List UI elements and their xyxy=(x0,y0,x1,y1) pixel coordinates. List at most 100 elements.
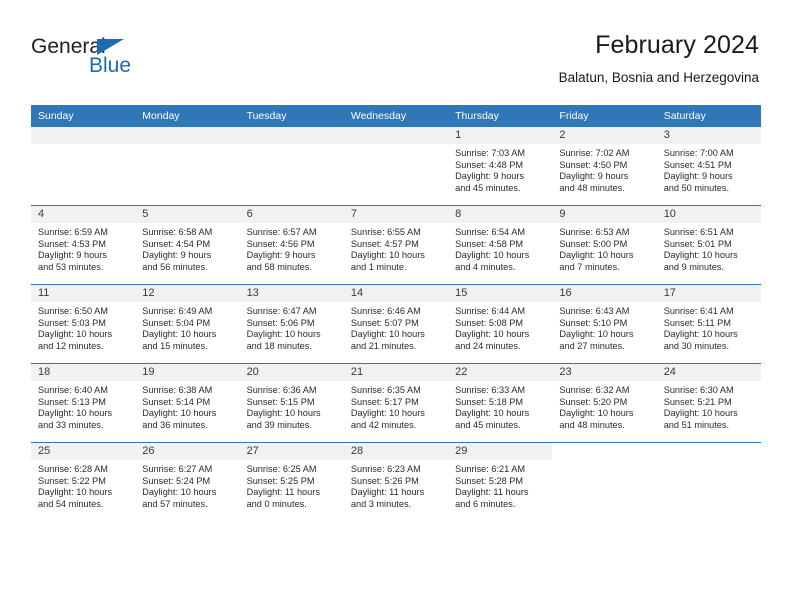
sunrise-text: Sunrise: 6:27 AM xyxy=(142,464,213,474)
sunrise-text: Sunrise: 6:41 AM xyxy=(663,306,734,316)
day-details: Sunrise: 6:47 AM Sunset: 5:06 PM Daylight:… xyxy=(240,302,344,352)
sunrise-text: Sunrise: 6:25 AM xyxy=(246,464,317,474)
calendar-grid: Sunday Monday Tuesday Wednesday Thursday… xyxy=(31,105,761,521)
sunset-text: Sunset: 5:08 PM xyxy=(455,317,524,328)
sunset-text: Sunset: 5:01 PM xyxy=(663,238,732,249)
day-cell[interactable]: 22 Sunrise: 6:33 AM Sunset: 5:18 PM Dayligh… xyxy=(448,363,553,443)
daylight-text-line1: Daylight: 11 hours xyxy=(246,487,320,498)
day-cell[interactable]: 16 Sunrise: 6:43 AM Sunset: 5:10 PM Dayligh… xyxy=(552,284,657,364)
daylight-text-line1: Daylight: 11 hours xyxy=(455,487,529,498)
daylight-text-line2: and 54 minutes. xyxy=(38,498,104,509)
day-details: Sunrise: 6:55 AM Sunset: 4:57 PM Daylight:… xyxy=(344,223,448,273)
day-cell[interactable]: 24 Sunrise: 6:30 AM Sunset: 5:21 PM Dayligh… xyxy=(656,363,761,443)
day-cell[interactable]: 28 Sunrise: 6:23 AM Sunset: 5:26 PM Dayligh… xyxy=(343,442,449,521)
day-cell[interactable]: 20 Sunrise: 6:36 AM Sunset: 5:15 PM Dayligh… xyxy=(239,363,344,443)
day-number: 6 xyxy=(239,206,344,223)
day-cell[interactable]: 7 Sunrise: 6:55 AM Sunset: 4:57 PM Daylight… xyxy=(343,205,449,285)
daylight-text-line1: Daylight: 9 hours xyxy=(663,171,733,182)
day-cell[interactable]: 23 Sunrise: 6:32 AM Sunset: 5:20 PM Dayligh… xyxy=(552,363,657,443)
daylight-text-line2: and 24 minutes. xyxy=(455,340,521,351)
daylight-text-line1: Daylight: 10 hours xyxy=(246,408,321,419)
day-cell[interactable]: 5 Sunrise: 6:58 AM Sunset: 4:54 PM Daylight… xyxy=(135,205,240,285)
day-cell[interactable]: 15 Sunrise: 6:44 AM Sunset: 5:08 PM Dayligh… xyxy=(448,284,553,364)
day-cell[interactable]: 11 Sunrise: 6:50 AM Sunset: 5:03 PM Dayligh… xyxy=(31,284,136,364)
day-cell[interactable]: 18 Sunrise: 6:40 AM Sunset: 5:13 PM Dayligh… xyxy=(31,363,136,443)
day-details: Sunrise: 6:25 AM Sunset: 5:25 PM Daylight:… xyxy=(240,460,344,510)
day-cell[interactable]: 3 Sunrise: 7:00 AM Sunset: 4:51 PM Daylight… xyxy=(656,127,761,206)
daylight-text-line2: and 15 minutes. xyxy=(142,340,208,351)
day-number: 29 xyxy=(448,443,553,460)
calendar-body: 1 Sunrise: 7:03 AM Sunset: 4:48 PM Daylight… xyxy=(31,127,761,521)
day-cell[interactable]: 13 Sunrise: 6:47 AM Sunset: 5:06 PM Dayligh… xyxy=(239,284,344,364)
day-details xyxy=(344,144,448,148)
day-details: Sunrise: 6:35 AM Sunset: 5:17 PM Daylight:… xyxy=(344,381,448,431)
calendar-week-row: 25 Sunrise: 6:28 AM Sunset: 5:22 PM Dayligh… xyxy=(31,442,761,521)
calendar-page: General Blue February 2024 Balatun, Bosn… xyxy=(0,0,792,612)
day-cell[interactable]: 2 Sunrise: 7:02 AM Sunset: 4:50 PM Daylight… xyxy=(552,127,657,206)
logo-text-blue: Blue xyxy=(89,54,132,77)
day-details: Sunrise: 6:53 AM Sunset: 5:00 PM Daylight:… xyxy=(552,223,656,273)
day-details xyxy=(240,144,344,148)
sunset-text: Sunset: 5:25 PM xyxy=(246,475,315,486)
day-number: 24 xyxy=(656,364,761,381)
day-cell[interactable]: 12 Sunrise: 6:49 AM Sunset: 5:04 PM Dayligh… xyxy=(135,284,240,364)
day-cell[interactable] xyxy=(135,127,240,206)
day-cell[interactable]: 4 Sunrise: 6:59 AM Sunset: 4:53 PM Daylight… xyxy=(31,205,136,285)
day-number xyxy=(239,127,344,144)
general-blue-logo[interactable]: General Blue xyxy=(31,36,161,82)
day-details: Sunrise: 6:21 AM Sunset: 5:28 PM Daylight:… xyxy=(448,460,552,510)
day-cell[interactable]: 26 Sunrise: 6:27 AM Sunset: 5:24 PM Dayligh… xyxy=(135,442,240,521)
daylight-text-line1: Daylight: 10 hours xyxy=(142,329,217,340)
sunrise-text: Sunrise: 6:50 AM xyxy=(38,306,108,316)
day-cell[interactable]: 29 Sunrise: 6:21 AM Sunset: 5:28 PM Dayligh… xyxy=(448,442,553,521)
day-number: 18 xyxy=(31,364,136,381)
day-number xyxy=(135,127,240,144)
day-cell[interactable]: 10 Sunrise: 6:51 AM Sunset: 5:01 PM Dayligh… xyxy=(656,205,761,285)
day-cell[interactable] xyxy=(239,127,344,206)
day-cell[interactable]: 9 Sunrise: 6:53 AM Sunset: 5:00 PM Daylight… xyxy=(552,205,657,285)
sunrise-text: Sunrise: 6:38 AM xyxy=(142,385,213,395)
daylight-text-line2: and 48 minutes. xyxy=(559,419,625,430)
day-cell[interactable] xyxy=(31,127,136,206)
sunset-text: Sunset: 5:07 PM xyxy=(350,317,419,328)
day-number: 22 xyxy=(448,364,553,381)
day-number: 13 xyxy=(239,285,344,302)
daylight-text-line1: Daylight: 10 hours xyxy=(142,487,217,498)
day-number: 10 xyxy=(656,206,761,223)
calendar-table: Sunday Monday Tuesday Wednesday Thursday… xyxy=(31,105,761,521)
sunrise-text: Sunrise: 6:47 AM xyxy=(246,306,317,316)
sunrise-text: Sunrise: 6:28 AM xyxy=(38,464,108,474)
day-cell[interactable]: 8 Sunrise: 6:54 AM Sunset: 4:58 PM Daylight… xyxy=(448,205,553,285)
sunset-text: Sunset: 5:26 PM xyxy=(350,475,419,486)
daylight-text-line2: and 3 minutes. xyxy=(350,498,412,509)
calendar-week-row: 18 Sunrise: 6:40 AM Sunset: 5:13 PM Dayligh… xyxy=(31,363,761,443)
sunrise-text: Sunrise: 6:32 AM xyxy=(559,385,630,395)
day-cell[interactable] xyxy=(343,127,449,206)
daylight-text-line1: Daylight: 10 hours xyxy=(663,329,738,340)
day-cell[interactable]: 19 Sunrise: 6:38 AM Sunset: 5:14 PM Dayligh… xyxy=(135,363,240,443)
day-cell[interactable]: 1 Sunrise: 7:03 AM Sunset: 4:48 PM Daylight… xyxy=(448,127,553,206)
daylight-text-line2: and 57 minutes. xyxy=(142,498,208,509)
sunrise-text: Sunrise: 7:02 AM xyxy=(559,148,630,158)
day-details: Sunrise: 6:23 AM Sunset: 5:26 PM Daylight:… xyxy=(344,460,448,510)
day-cell[interactable] xyxy=(656,442,761,521)
day-cell[interactable] xyxy=(552,442,657,521)
sunrise-text: Sunrise: 6:35 AM xyxy=(350,385,421,395)
sunset-text: Sunset: 5:04 PM xyxy=(142,317,211,328)
day-cell[interactable]: 17 Sunrise: 6:41 AM Sunset: 5:11 PM Dayligh… xyxy=(656,284,761,364)
weekday-header-tuesday: Tuesday xyxy=(239,105,344,127)
daylight-text-line1: Daylight: 10 hours xyxy=(455,329,530,340)
sunset-text: Sunset: 5:00 PM xyxy=(559,238,628,249)
day-cell[interactable]: 25 Sunrise: 6:28 AM Sunset: 5:22 PM Dayligh… xyxy=(31,442,136,521)
day-details: Sunrise: 6:46 AM Sunset: 5:07 PM Daylight:… xyxy=(344,302,448,352)
daylight-text-line1: Daylight: 10 hours xyxy=(350,250,425,261)
daylight-text-line1: Daylight: 11 hours xyxy=(350,487,425,498)
weekday-header-friday: Friday xyxy=(552,105,657,127)
day-cell[interactable]: 14 Sunrise: 6:46 AM Sunset: 5:07 PM Dayligh… xyxy=(343,284,449,364)
day-cell[interactable]: 6 Sunrise: 6:57 AM Sunset: 4:56 PM Daylight… xyxy=(239,205,344,285)
day-cell[interactable]: 21 Sunrise: 6:35 AM Sunset: 5:17 PM Dayligh… xyxy=(343,363,449,443)
day-cell[interactable]: 27 Sunrise: 6:25 AM Sunset: 5:25 PM Dayligh… xyxy=(239,442,344,521)
sunset-text: Sunset: 4:53 PM xyxy=(38,238,106,249)
day-details: Sunrise: 6:33 AM Sunset: 5:18 PM Daylight:… xyxy=(448,381,552,431)
daylight-text-line2: and 33 minutes. xyxy=(38,419,104,430)
